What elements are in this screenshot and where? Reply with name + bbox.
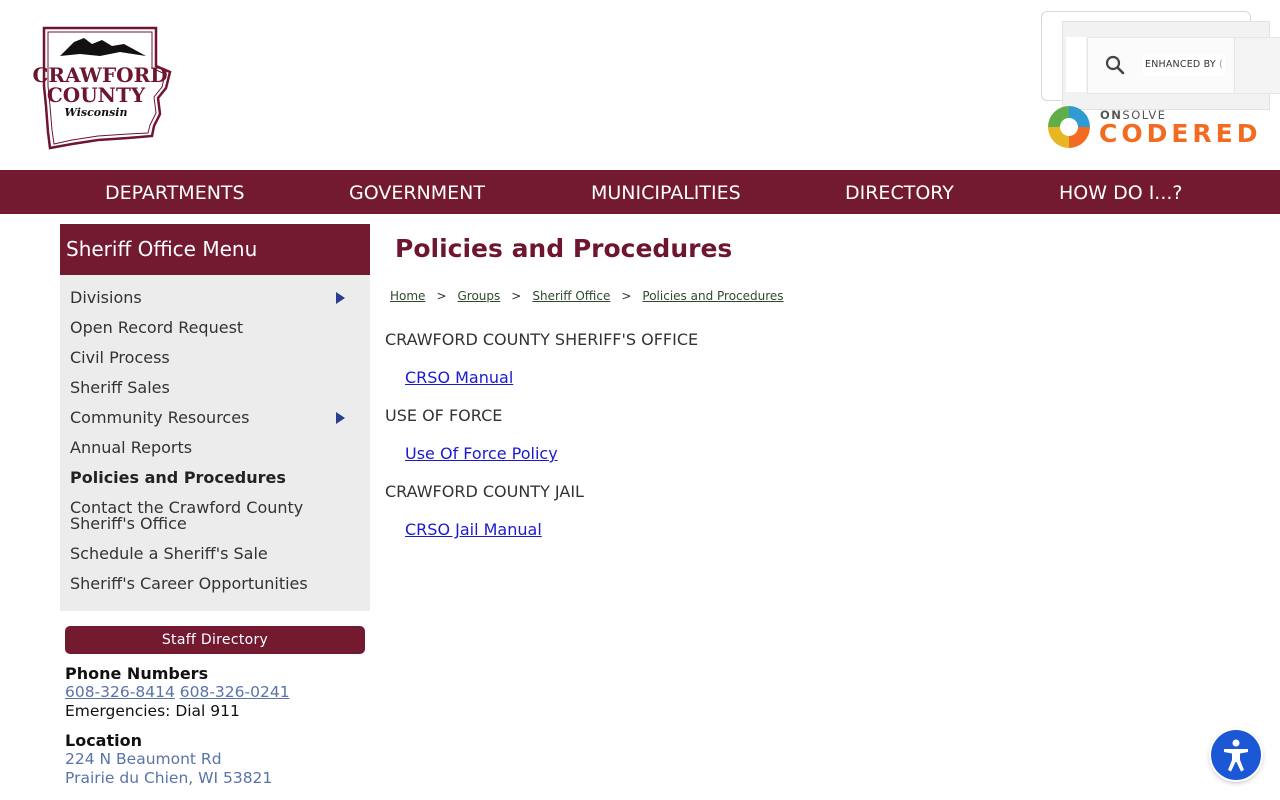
logo-line3: Wisconsin xyxy=(65,106,128,119)
breadcrumb-separator: > xyxy=(436,289,447,303)
county-outline-icon: CRAWFORD COUNTY Wisconsin xyxy=(32,26,172,150)
sidebar-item-open-record-request[interactable]: Open Record Request xyxy=(70,320,320,336)
breadcrumb-separator: > xyxy=(511,289,522,303)
search-icon[interactable] xyxy=(1104,54,1126,76)
search-button-area[interactable] xyxy=(1234,37,1280,94)
phone-link-1[interactable]: 608-326-8414 xyxy=(65,683,175,701)
sidebar-item-community-resources[interactable]: Community Resources xyxy=(70,410,320,426)
nav-directory[interactable]: DIRECTORY xyxy=(845,170,954,214)
location-heading: Location xyxy=(65,731,142,750)
section-heading-county-jail: CRAWFORD COUNTY JAIL xyxy=(385,482,584,501)
breadcrumb: Home > Groups > Sheriff Office > Policies and … xyxy=(390,289,784,303)
sidebar-item-schedule-sale[interactable]: Schedule a Sheriff's Sale xyxy=(70,546,320,562)
sidebar-item-career-opportunities[interactable]: Sheriff's Career Opportunities xyxy=(70,576,320,592)
section-heading-use-of-force: USE OF FORCE xyxy=(385,406,503,425)
phone-numbers: 608-326-8414 608-326-0241 xyxy=(65,683,290,701)
nav-departments[interactable]: DEPARTMENTS xyxy=(105,170,245,214)
breadcrumb-sheriff-office[interactable]: Sheriff Office xyxy=(532,289,610,303)
codered-logo-icon xyxy=(1048,106,1090,148)
enhanced-by-label: ENHANCED BY ( xyxy=(1143,54,1225,76)
sidebar-menu: Divisions Open Record Request Civil Proc… xyxy=(60,275,370,611)
sidebar-item-sheriff-sales[interactable]: Sheriff Sales xyxy=(70,380,320,396)
link-use-of-force-policy[interactable]: Use Of Force Policy xyxy=(405,444,558,463)
sidebar-item-divisions[interactable]: Divisions xyxy=(70,290,320,306)
expand-arrow-icon[interactable] xyxy=(336,412,345,424)
nav-government[interactable]: GOVERNMENT xyxy=(349,170,485,214)
main-nav: DEPARTMENTS GOVERNMENT MUNICIPALITIES DI… xyxy=(0,170,1280,214)
link-crso-manual[interactable]: CRSO Manual xyxy=(405,368,513,387)
link-crso-jail-manual[interactable]: CRSO Jail Manual xyxy=(405,520,542,539)
nav-how-do-i[interactable]: HOW DO I...? xyxy=(1059,170,1183,214)
sidebar-item-civil-process[interactable]: Civil Process xyxy=(70,350,320,366)
breadcrumb-current[interactable]: Policies and Procedures xyxy=(642,289,783,303)
phone-link-2[interactable]: 608-326-0241 xyxy=(180,683,290,701)
breadcrumb-groups[interactable]: Groups xyxy=(458,289,501,303)
address-line2[interactable]: Prairie du Chien, WI 53821 xyxy=(65,769,272,787)
section-heading-sheriffs-office: CRAWFORD COUNTY SHERIFF'S OFFICE xyxy=(385,330,699,349)
phone-heading: Phone Numbers xyxy=(65,664,209,683)
expand-arrow-icon[interactable] xyxy=(336,292,345,304)
codered-wordmark: CODERED xyxy=(1099,119,1262,148)
emergency-text: Emergencies: Dial 911 xyxy=(65,702,240,720)
address-line1[interactable]: 224 N Beaumont Rd xyxy=(65,750,222,768)
sidebar-item-contact[interactable]: Contact the Crawford County Sheriff's Of… xyxy=(70,500,310,532)
accessibility-button[interactable] xyxy=(1211,730,1261,780)
page-title: Policies and Procedures xyxy=(395,234,733,263)
sidebar-item-policies-and-procedures[interactable]: Policies and Procedures xyxy=(70,470,320,486)
sidebar-item-annual-reports[interactable]: Annual Reports xyxy=(70,440,320,456)
staff-directory-button[interactable]: Staff Directory xyxy=(65,626,365,654)
nav-municipalities[interactable]: MUNICIPALITIES xyxy=(591,170,741,214)
breadcrumb-home[interactable]: Home xyxy=(390,289,425,303)
search-spacer xyxy=(1066,37,1086,92)
breadcrumb-separator: > xyxy=(621,289,632,303)
accessibility-icon xyxy=(1224,739,1248,772)
sidebar-title: Sheriff Office Menu xyxy=(60,224,370,275)
county-logo[interactable]: CRAWFORD COUNTY Wisconsin xyxy=(28,26,172,150)
logo-line2: COUNTY xyxy=(47,83,146,107)
